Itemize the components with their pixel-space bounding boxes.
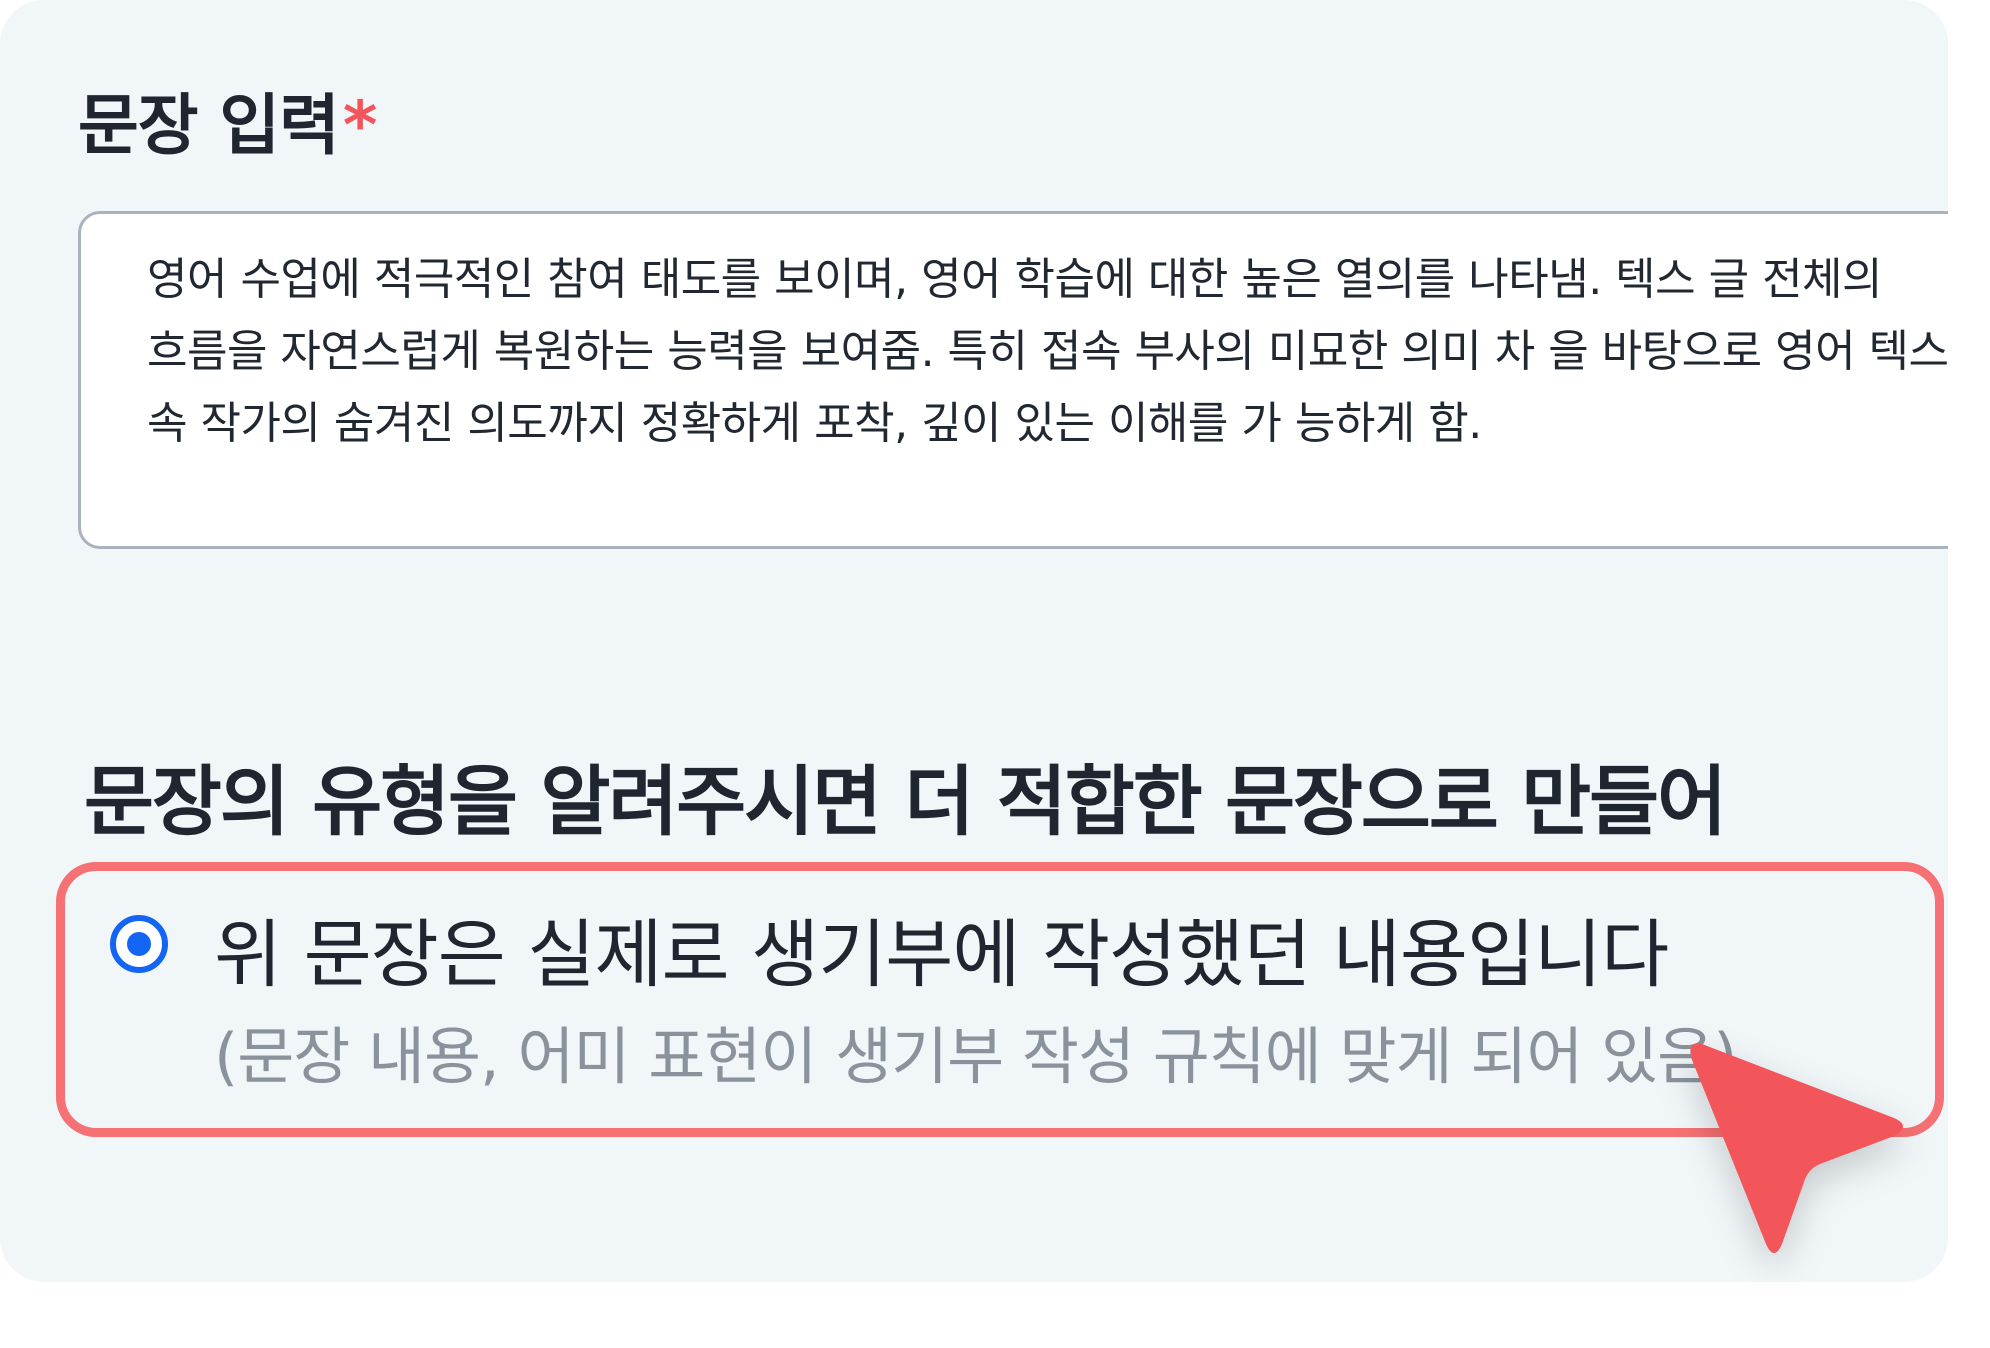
option-label[interactable]: 위 문장은 실제로 생기부에 작성했던 내용입니다 [214,895,1669,1002]
option-sublabel: (문장 내용, 어미 표현이 생기부 작성 규칙에 맞게 되어 있음) [214,1020,1737,1093]
sentence-textarea[interactable]: 영어 수업에 적극적인 참여 태도를 보이며, 영어 학습에 대한 높은 열의를… [78,211,1948,549]
pointer-cursor-shape [1690,1043,1903,1253]
radio-selected-icon[interactable] [110,915,168,973]
section-title: 문장의 유형을 알려주시면 더 적합한 문장으로 만들어 [84,757,1727,846]
field-label-text: 문장 입력 [78,87,340,164]
pointer-cursor-icon [1690,1043,1903,1253]
radio-dot [127,932,151,956]
form-card: 문장 입력* 영어 수업에 적극적인 참여 태도를 보이며, 영어 학습에 대한… [0,0,1948,1282]
field-label: 문장 입력* [78,72,378,168]
sentence-textarea-value[interactable]: 영어 수업에 적극적인 참여 태도를 보이며, 영어 학습에 대한 높은 열의를… [147,244,1948,460]
required-mark: * [342,87,378,164]
